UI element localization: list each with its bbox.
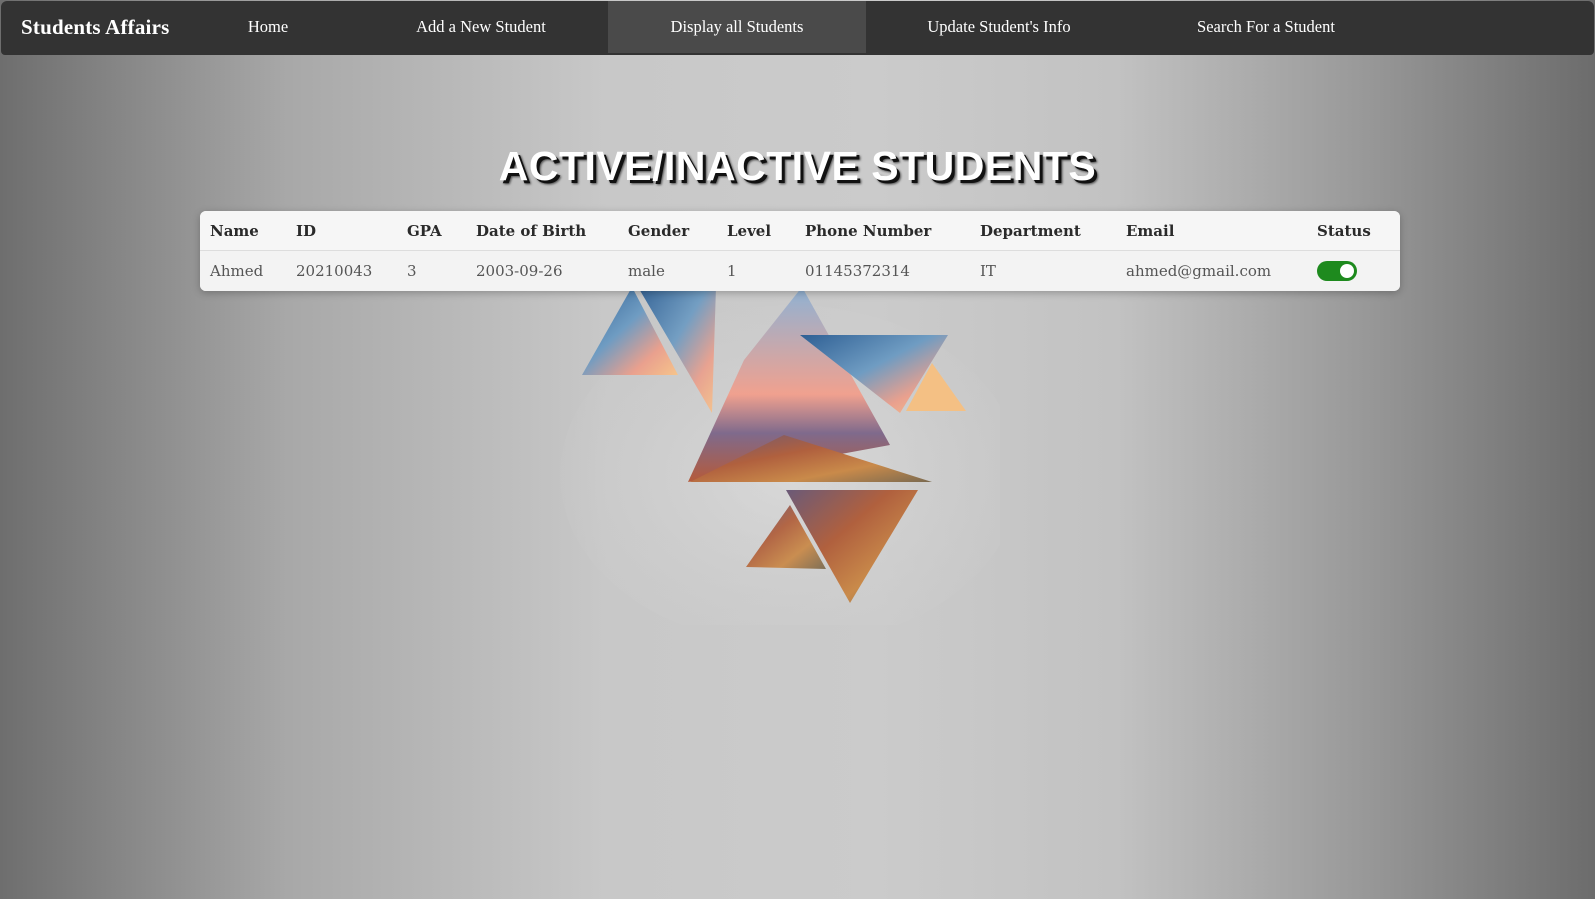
top-navbar: Students Affairs Home Add a New Student …: [1, 1, 1594, 55]
header-status: Status: [1307, 211, 1400, 251]
cell-id: 20210043: [286, 250, 397, 291]
header-name: Name: [200, 211, 286, 251]
header-phone: Phone Number: [795, 211, 970, 251]
cell-gpa: 3: [397, 250, 466, 291]
cell-email: ahmed@gmail.com: [1116, 250, 1307, 291]
header-gpa: GPA: [397, 211, 466, 251]
cell-name: Ahmed: [200, 250, 286, 291]
students-table: Name ID GPA Date of Birth Gender Level P…: [200, 211, 1400, 291]
nav-display-students[interactable]: Display all Students: [608, 1, 866, 53]
cell-level: 1: [717, 250, 795, 291]
header-gender: Gender: [618, 211, 717, 251]
header-email: Email: [1116, 211, 1307, 251]
brand-logo[interactable]: Students Affairs: [21, 15, 169, 40]
cell-dob: 2003-09-26: [466, 250, 618, 291]
header-level: Level: [717, 211, 795, 251]
triangle-landscape-decoration: [560, 287, 1000, 625]
table-header-row: Name ID GPA Date of Birth Gender Level P…: [200, 211, 1400, 251]
header-dob: Date of Birth: [466, 211, 618, 251]
table-row: Ahmed 20210043 3 2003-09-26 male 1 01145…: [200, 250, 1400, 291]
page-title: ACTIVE/INACTIVE STUDENTS: [498, 143, 1097, 189]
nav-search-student[interactable]: Search For a Student: [1136, 1, 1396, 53]
nav-add-student[interactable]: Add a New Student: [361, 1, 601, 53]
nav-update-student[interactable]: Update Student's Info: [881, 1, 1117, 53]
cell-phone: 01145372314: [795, 250, 970, 291]
nav-home[interactable]: Home: [189, 1, 347, 53]
cell-gender: male: [618, 250, 717, 291]
header-id: ID: [286, 211, 397, 251]
cell-status: [1307, 250, 1400, 291]
status-toggle-switch[interactable]: [1317, 261, 1357, 281]
toggle-knob: [1340, 264, 1354, 278]
header-department: Department: [970, 211, 1116, 251]
cell-department: IT: [970, 250, 1116, 291]
